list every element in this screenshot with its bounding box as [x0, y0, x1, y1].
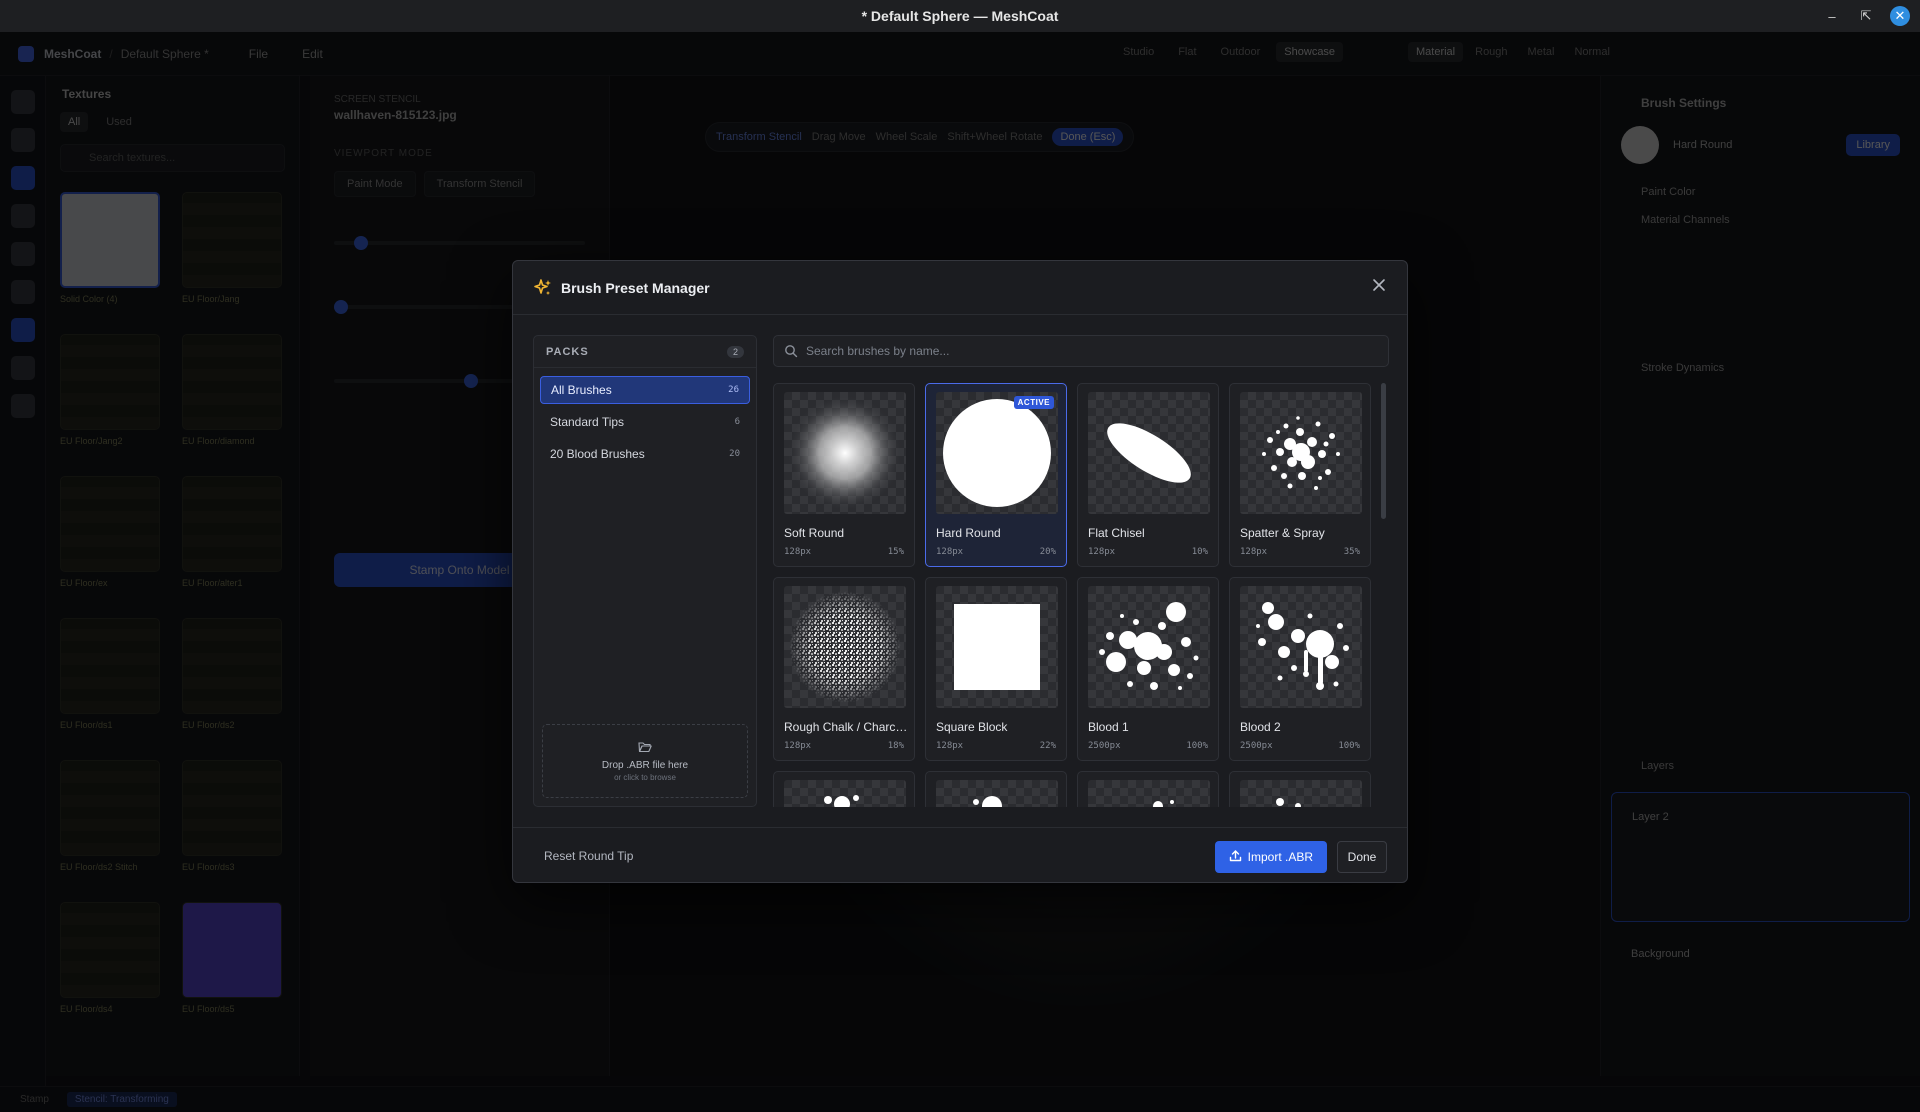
- blood-splatter-brush-icon: [1240, 586, 1362, 708]
- maximize-icon[interactable]: ⇱: [1856, 6, 1876, 26]
- brush-grid-scrollbar[interactable]: [1379, 383, 1387, 807]
- brush-grid: Soft Round 128px 15% ACTIVE Hard Round 1…: [773, 383, 1379, 807]
- brush-preset-manager-dialog: Brush Preset Manager PACKS 2 All Brushes…: [512, 260, 1408, 883]
- brush-name: Rough Chalk / Charcoal: [784, 720, 908, 734]
- brush-size: 128px: [784, 547, 812, 557]
- brush-card-rough-chalk[interactable]: Rough Chalk / Charcoal 128px 18%: [773, 577, 915, 761]
- brush-card-flat-chisel[interactable]: Flat Chisel 128px 10%: [1077, 383, 1219, 567]
- brush-card-partial[interactable]: [925, 771, 1067, 807]
- os-titlebar: * Default Sphere — MeshCoat – ⇱ ✕: [0, 0, 1920, 32]
- pack-item-standard-tips[interactable]: Standard Tips 6: [540, 408, 750, 436]
- blood-splatter-brush-icon: [1088, 586, 1210, 708]
- brush-search: [773, 335, 1389, 367]
- brush-spacing: 15%: [887, 547, 904, 557]
- abr-dropzone[interactable]: Drop .ABR file here or click to browse: [542, 724, 748, 798]
- brush-size: 2500px: [1240, 741, 1273, 751]
- blood-splatter-brush-icon: [784, 780, 906, 807]
- import-abr-label: Import .ABR: [1247, 850, 1313, 864]
- brush-card-partial[interactable]: [1229, 771, 1371, 807]
- brush-name: Blood 2: [1240, 720, 1281, 734]
- packs-count-badge: 2: [726, 345, 744, 358]
- soft-round-brush-icon: [784, 392, 906, 514]
- brush-size: 128px: [936, 547, 964, 557]
- folder-open-icon: [638, 740, 652, 758]
- done-button[interactable]: Done: [1337, 841, 1387, 873]
- blood-splatter-brush-icon: [1240, 780, 1362, 807]
- packs-panel: PACKS 2 All Brushes 26 Standard Tips 6 2…: [533, 335, 757, 807]
- blood-splatter-brush-icon: [1088, 780, 1210, 807]
- brush-spacing: 35%: [1343, 547, 1360, 557]
- brush-name: Hard Round: [936, 526, 1001, 540]
- brush-spacing: 18%: [887, 741, 904, 751]
- active-badge: ACTIVE: [1013, 396, 1054, 409]
- brush-card-blood-1[interactable]: Blood 1 2500px 100%: [1077, 577, 1219, 761]
- chalk-brush-icon: [784, 586, 906, 708]
- close-icon[interactable]: [1369, 278, 1389, 298]
- brush-spacing: 20%: [1039, 547, 1056, 557]
- dialog-footer: Reset Round Tip Import .ABR Done: [513, 827, 1407, 884]
- brush-spacing: 22%: [1039, 741, 1056, 751]
- close-window-icon[interactable]: ✕: [1890, 6, 1910, 26]
- brush-size: 2500px: [1088, 741, 1121, 751]
- hard-round-brush-icon: [936, 392, 1058, 514]
- import-abr-button[interactable]: Import .ABR: [1214, 841, 1327, 873]
- brush-spacing: 10%: [1191, 547, 1208, 557]
- window-title: * Default Sphere — MeshCoat: [861, 8, 1059, 24]
- spatter-brush-icon: [1240, 392, 1362, 514]
- scroll-thumb[interactable]: [1381, 383, 1386, 519]
- brush-name: Flat Chisel: [1088, 526, 1145, 540]
- brush-card-hard-round[interactable]: ACTIVE Hard Round 128px 20%: [925, 383, 1067, 567]
- brush-size: 128px: [1240, 547, 1268, 557]
- dialog-title: Brush Preset Manager: [561, 279, 710, 296]
- brush-grid-scroll[interactable]: Soft Round 128px 15% ACTIVE Hard Round 1…: [773, 383, 1379, 807]
- search-icon: [784, 344, 798, 358]
- pack-item-blood-brushes[interactable]: 20 Blood Brushes 20: [540, 440, 750, 468]
- flat-chisel-brush-icon: [1088, 392, 1210, 514]
- brush-size: 128px: [1088, 547, 1116, 557]
- brush-name: Spatter & Spray: [1240, 526, 1325, 540]
- reset-round-tip-button[interactable]: Reset Round Tip: [544, 849, 633, 863]
- brush-name: Soft Round: [784, 526, 845, 540]
- brush-search-input[interactable]: [798, 336, 1388, 366]
- upload-icon: [1229, 849, 1242, 865]
- brush-card-spatter-spray[interactable]: Spatter & Spray 128px 35%: [1229, 383, 1371, 567]
- window-controls: – ⇱ ✕: [1822, 6, 1910, 26]
- pack-item-all-brushes[interactable]: All Brushes 26: [540, 376, 750, 404]
- blood-splatter-brush-icon: [936, 780, 1058, 807]
- minimize-icon[interactable]: –: [1822, 6, 1842, 26]
- packs-title: PACKS: [546, 345, 589, 358]
- brush-card-soft-round[interactable]: Soft Round 128px 15%: [773, 383, 915, 567]
- square-brush-icon: [936, 586, 1058, 708]
- dropzone-subtext: or click to browse: [614, 773, 676, 782]
- dropzone-text: Drop .ABR file here: [601, 760, 689, 771]
- brush-card-blood-2[interactable]: Blood 2 2500px 100%: [1229, 577, 1371, 761]
- dialog-header: Brush Preset Manager: [513, 261, 1407, 315]
- brush-name: Blood 1: [1088, 720, 1129, 734]
- sparkles-icon: [533, 278, 553, 298]
- brush-card-square-block[interactable]: Square Block 128px 22%: [925, 577, 1067, 761]
- brush-spacing: 100%: [1186, 741, 1208, 751]
- brush-size: 128px: [936, 741, 964, 751]
- brush-spacing: 100%: [1338, 741, 1360, 751]
- brush-card-partial[interactable]: [773, 771, 915, 807]
- brush-card-partial[interactable]: [1077, 771, 1219, 807]
- brush-name: Square Block: [936, 720, 1008, 734]
- brush-size: 128px: [784, 741, 812, 751]
